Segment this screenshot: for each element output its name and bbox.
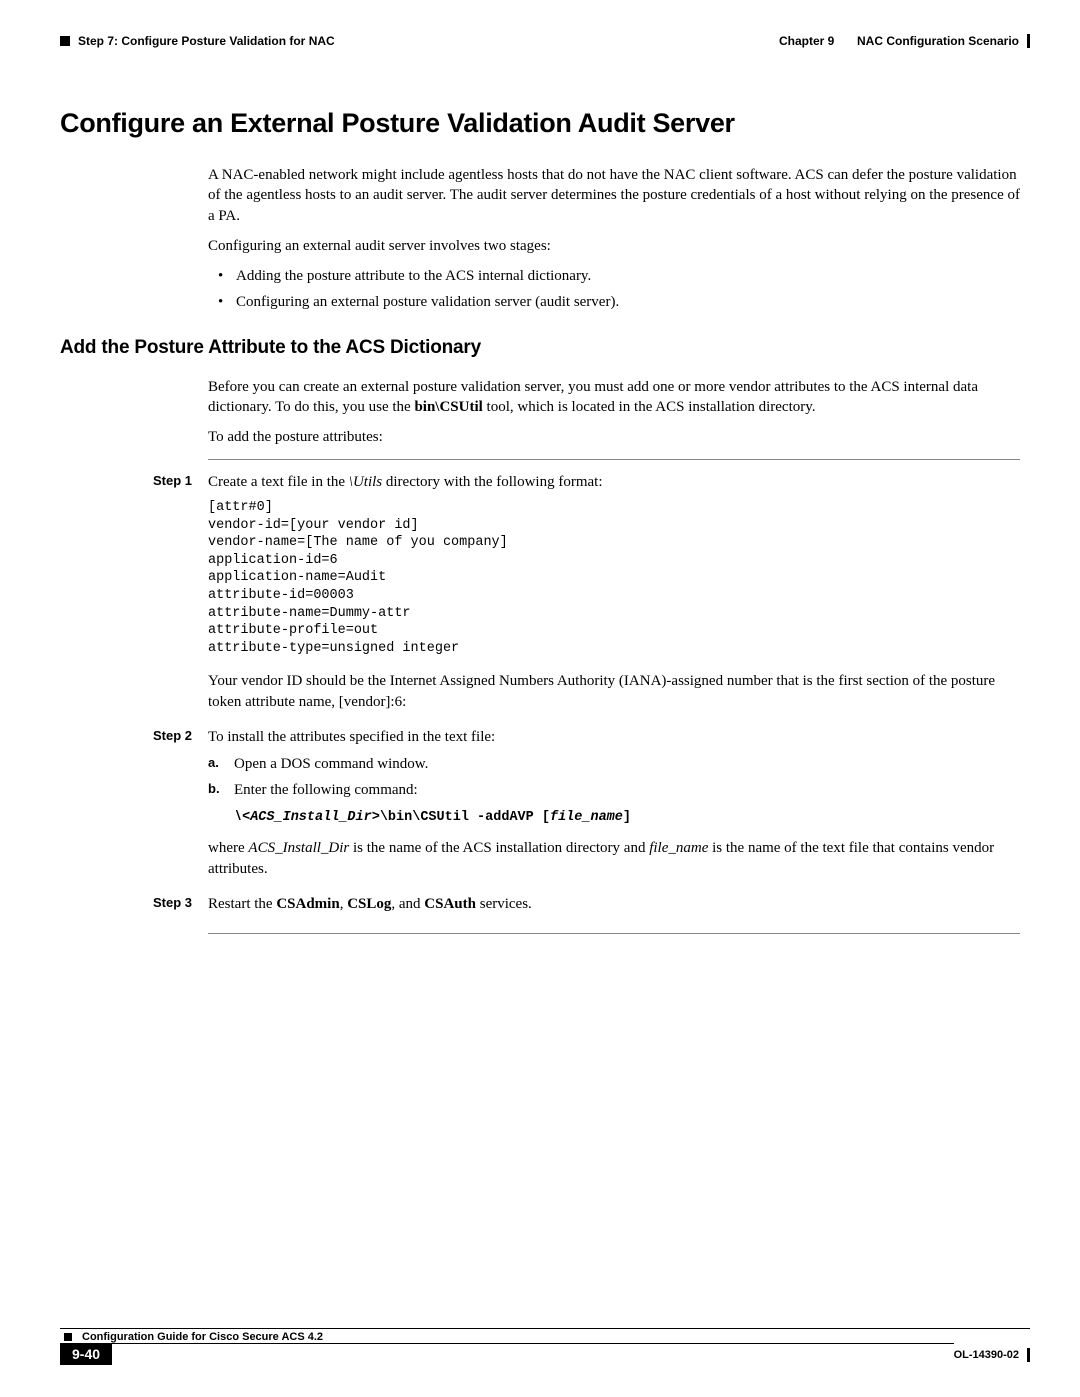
step-2: Step 2 To install the attributes specifi…	[208, 727, 1020, 886]
footer-title-row: Configuration Guide for Cisco Secure ACS…	[60, 1329, 1030, 1343]
doc-number-wrap: OL-14390-02	[954, 1343, 1030, 1365]
text-span: tool, which is located in the ACS instal…	[483, 399, 816, 415]
section-para2: Configuring an external audit server inv…	[208, 236, 1020, 256]
section-bullets: Adding the posture attribute to the ACS …	[208, 266, 1020, 313]
bold-span: CSAuth	[424, 896, 476, 912]
text-span: , and	[391, 896, 424, 912]
sub-item-a: a. Open a DOS command window.	[208, 754, 1020, 775]
divider	[208, 933, 1020, 934]
text-span: Restart the	[208, 896, 276, 912]
command-line: \<ACS_Install_Dir>\bin\CSUtil -addAVP [f…	[234, 809, 1020, 828]
step-label: Step 1	[153, 472, 208, 719]
header-bar-icon	[1027, 34, 1030, 48]
footer-guide-title: Configuration Guide for Cisco Secure ACS…	[82, 1331, 323, 1343]
text-span: Create a text file in the	[208, 474, 349, 490]
step-label: Step 3	[153, 894, 208, 921]
cmd-ital: \<ACS_Install_Dir>	[234, 810, 380, 825]
text-span: services.	[476, 896, 532, 912]
footer-bottom-row: 9-40 OL-14390-02	[60, 1343, 1030, 1365]
text-span: is the name of the ACS installation dire…	[349, 840, 649, 856]
header-left-text: Step 7: Configure Posture Validation for…	[78, 34, 335, 48]
subsection-para2: To add the posture attributes:	[208, 427, 1020, 447]
step-3: Step 3 Restart the CSAdmin, CSLog, and C…	[208, 894, 1020, 921]
steps-block: Step 1 Create a text file in the \Utils …	[208, 459, 1020, 934]
page-number-badge: 9-40	[60, 1343, 112, 1365]
subsection-para1: Before you can create an external postur…	[208, 377, 1020, 418]
italic-span: file_name	[649, 840, 708, 856]
header-chapter: Chapter 9	[779, 34, 834, 48]
sub-list: a. Open a DOS command window. b. Enter t…	[208, 754, 1020, 801]
sub-marker: b.	[208, 780, 234, 801]
footer-bar-icon	[1027, 1348, 1030, 1362]
text-span: where	[208, 840, 248, 856]
bullet-item: Adding the posture attribute to the ACS …	[208, 266, 1020, 286]
step1-text: Create a text file in the \Utils directo…	[208, 472, 1020, 493]
step2-text: To install the attributes specified in t…	[208, 727, 1020, 748]
header-square-icon	[60, 36, 70, 46]
step-content: Create a text file in the \Utils directo…	[208, 472, 1020, 719]
page-header: Step 7: Configure Posture Validation for…	[60, 34, 1030, 48]
section-para1: A NAC-enabled network might include agen…	[208, 165, 1020, 226]
step-content: To install the attributes specified in t…	[208, 727, 1020, 886]
step-label: Step 2	[153, 727, 208, 886]
bold-span: bin\CSUtil	[414, 399, 482, 415]
header-chapter-title: NAC Configuration Scenario	[857, 34, 1019, 48]
bullet-item: Configuring an external posture validati…	[208, 292, 1020, 312]
cmd-plain: ]	[623, 810, 631, 825]
italic-span: ACS_Install_Dir	[248, 840, 349, 856]
header-left: Step 7: Configure Posture Validation for…	[60, 34, 335, 48]
section-title: Configure an External Posture Validation…	[60, 108, 1030, 139]
cmd-plain: \bin\CSUtil -addAVP [	[380, 810, 550, 825]
step1-after: Your vendor ID should be the Internet As…	[208, 671, 1020, 713]
bold-span: CSAdmin	[276, 896, 339, 912]
footer-square-icon	[64, 1333, 72, 1341]
step-1: Step 1 Create a text file in the \Utils …	[208, 472, 1020, 719]
section-body: A NAC-enabled network might include agen…	[208, 165, 1020, 313]
divider	[208, 459, 1020, 460]
sub-item-b: b. Enter the following command:	[208, 780, 1020, 801]
cmd-ital: file_name	[550, 810, 623, 825]
sub-text: Enter the following command:	[234, 780, 1020, 801]
italic-span: \Utils	[349, 474, 382, 490]
page-footer: Configuration Guide for Cisco Secure ACS…	[60, 1328, 1030, 1365]
sub-text: Open a DOS command window.	[234, 754, 1020, 775]
doc-number: OL-14390-02	[954, 1349, 1019, 1361]
subsection-title: Add the Posture Attribute to the ACS Dic…	[60, 337, 1030, 359]
bold-span: CSLog	[347, 896, 391, 912]
step3-text: Restart the CSAdmin, CSLog, and CSAuth s…	[208, 894, 1020, 915]
header-right: Chapter 9 NAC Configuration Scenario	[779, 34, 1030, 48]
subsection-body: Before you can create an external postur…	[208, 377, 1020, 448]
step1-code: [attr#0] vendor-id=[your vendor id] vend…	[208, 499, 1020, 657]
step-content: Restart the CSAdmin, CSLog, and CSAuth s…	[208, 894, 1020, 921]
sub-marker: a.	[208, 754, 234, 775]
where-text: where ACS_Install_Dir is the name of the…	[208, 838, 1020, 880]
text-span: directory with the following format:	[382, 474, 602, 490]
